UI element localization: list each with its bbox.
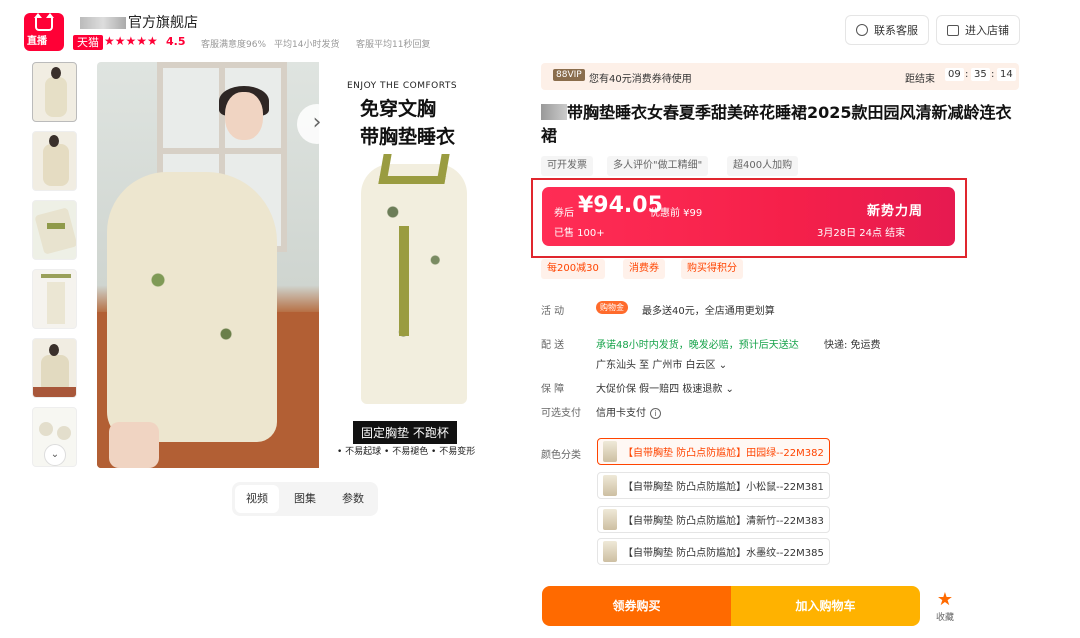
purchase-bar: 领券购买 加入购物车 — [542, 586, 920, 626]
tab-video[interactable]: 视频 — [235, 485, 279, 513]
ad-headline-1: 免穿文胸 — [360, 98, 437, 120]
promo-title: 新势力周 — [867, 204, 924, 219]
thumbnail-5[interactable] — [32, 338, 77, 398]
ad-feature-tag: 固定胸垫 不跑杯 — [353, 421, 457, 444]
countdown-sep: : — [965, 69, 969, 80]
model-legs — [109, 422, 159, 468]
customer-service-button[interactable]: 联系客服 — [845, 15, 929, 45]
variant-swatch — [603, 509, 617, 530]
image-next-arrow[interactable]: › — [297, 104, 337, 144]
variant-option[interactable]: 【自带胸垫 防凸点防尴尬】田园绿--22M382 — [597, 438, 830, 465]
variant-swatch — [603, 475, 617, 496]
delivery-fee: 快递: 免运费 — [824, 340, 881, 351]
blurred-brand — [80, 17, 126, 29]
vip-tag: 88VIP — [553, 69, 585, 81]
ad-feature-list: • 不易起球 • 不易褪色 • 不易变形 — [337, 447, 476, 457]
store-icon — [947, 24, 959, 36]
payment-options: 信用卡支付 i — [596, 404, 661, 419]
promo-end-date: 3月28日 24点 结束 — [817, 228, 906, 239]
metric-shipping: 平均14小时发货 — [274, 40, 340, 50]
tag-reviews: 多人评价"做工精细" — [607, 156, 709, 176]
sold-count: 已售 100+ — [554, 228, 605, 239]
delivery-label: 配 送 — [541, 340, 565, 351]
delivery-promise: 承诺48小时内发货，晚发必赔，预计后天送达 — [596, 340, 799, 351]
guarantee-label: 保 障 — [541, 384, 565, 395]
media-tabs: 视频 图集 参数 — [232, 482, 378, 516]
payment-text: 信用卡支付 — [596, 408, 646, 419]
coupon-points[interactable]: 购买得积分 — [681, 259, 743, 279]
dress-illustration — [359, 154, 469, 404]
variant-label: 【自带胸垫 防凸点防尴尬】水墨纹--22M385 — [623, 548, 824, 559]
payment-label: 可选支付 — [541, 408, 581, 419]
model-dress — [107, 172, 277, 442]
countdown-label: 距结束 — [905, 74, 935, 85]
coupon-voucher[interactable]: 消费券 — [623, 259, 665, 279]
shop-name[interactable]: 官方旗舰店 — [80, 12, 198, 32]
add-to-cart-button[interactable]: 加入购物车 — [731, 586, 920, 626]
cat-icon — [34, 13, 54, 31]
delivery-route[interactable]: 广东汕头 至 广州市 白云区 ⌄ — [596, 356, 727, 371]
thumbnail-scroll-down[interactable]: ⌄ — [44, 444, 66, 466]
main-product-image[interactable]: › ENJOY THE COMFORTS 免穿文胸 带胸垫睡衣 固定胸垫 不跑杯… — [97, 62, 503, 468]
variant-label: 【自带胸垫 防凸点防尴尬】田园绿--22M382 — [623, 448, 824, 459]
variant-label: 【自带胸垫 防凸点防尴尬】清新竹--22M383 — [623, 516, 824, 527]
vip-promo-bar[interactable]: 88VIP 您有40元消费券待使用 距结束 09 : 35 : 14 — [541, 63, 1019, 90]
variant-swatch — [603, 541, 617, 562]
thumbnail-1[interactable] — [32, 62, 77, 122]
countdown-minutes: 35 — [971, 68, 990, 81]
model-face — [225, 92, 263, 140]
live-label: 直播 — [27, 36, 47, 47]
tab-specs[interactable]: 参数 — [331, 485, 375, 513]
thumbnail-3[interactable] — [32, 200, 77, 260]
variant-option[interactable]: 【自带胸垫 防凸点防尴尬】小松鼠--22M381 — [597, 472, 830, 499]
enter-shop-button[interactable]: 进入店铺 — [936, 15, 1020, 45]
tag-invoice: 可开发票 — [541, 156, 593, 176]
variant-option[interactable]: 【自带胸垫 防凸点防尴尬】清新竹--22M383 — [597, 506, 830, 533]
enter-shop-label: 进入店铺 — [965, 24, 1009, 37]
chat-icon — [856, 24, 868, 36]
vip-text: 您有40元消费券待使用 — [589, 74, 692, 85]
activity-text: 最多送40元，全店通用更划算 — [642, 306, 775, 317]
countdown-sep: : — [991, 69, 995, 80]
favorite-button[interactable]: ★ 收藏 — [930, 589, 960, 624]
model-photo — [97, 62, 319, 468]
dress-body — [361, 164, 467, 404]
info-icon[interactable]: i — [650, 408, 661, 419]
price-label: 券后 — [554, 208, 574, 219]
variant-label: 【自带胸垫 防凸点防尴尬】小松鼠--22M381 — [623, 482, 824, 493]
price-card: 券后 ¥94.05 优惠前 ¥99 已售 100+ 新势力周 3月28日 24点… — [542, 187, 955, 246]
activity-label: 活 动 — [541, 306, 565, 317]
favorite-label: 收藏 — [935, 613, 954, 623]
rating-value: 4.5 — [166, 35, 186, 48]
tab-gallery[interactable]: 图集 — [283, 485, 327, 513]
metric-reply: 客服平均11秒回复 — [356, 40, 431, 50]
thumbnail-2[interactable] — [32, 131, 77, 191]
shopping-gold-badge: 购物金 — [596, 301, 628, 314]
guarantee-text[interactable]: 大促价保 假一赔四 极速退款 ⌄ — [596, 380, 734, 395]
product-title: 带胸垫睡衣女春夏季甜美碎花睡裙2025款田园风清新减龄连衣裙 — [541, 101, 1016, 147]
shop-name-text: 官方旗舰店 — [128, 15, 198, 31]
tmall-live-logo[interactable]: 直播 — [24, 13, 64, 51]
variant-swatch — [603, 441, 617, 462]
coupon-discount[interactable]: 每200减30 — [541, 259, 605, 279]
dress-collar — [378, 154, 450, 184]
metric-satisfaction: 客服满意度96% — [201, 40, 267, 50]
product-title-text: 带胸垫睡衣女春夏季甜美碎花睡裙2025款田园风清新减龄连衣裙 — [541, 103, 1012, 145]
buy-now-button[interactable]: 领券购买 — [542, 586, 731, 626]
customer-service-label: 联系客服 — [874, 24, 918, 37]
thumbnail-4[interactable] — [32, 269, 77, 329]
original-price: 优惠前 ¥99 — [650, 208, 703, 219]
tmall-badge: 天猫 — [73, 35, 103, 50]
countdown-hours: 09 — [945, 68, 964, 81]
dress-tie — [399, 226, 409, 336]
star-icon: ★ — [936, 589, 954, 610]
countdown-seconds: 14 — [997, 68, 1016, 81]
color-label: 颜色分类 — [541, 450, 581, 461]
variant-option[interactable]: 【自带胸垫 防凸点防尴尬】水墨纹--22M385 — [597, 538, 830, 565]
blurred-brand — [541, 104, 567, 120]
rating-stars: ★★★★★ — [104, 34, 158, 48]
tag-add-cart-count: 超400人加购 — [727, 156, 799, 176]
ad-english-tagline: ENJOY THE COMFORTS — [347, 81, 458, 91]
ad-headline-2: 带胸垫睡衣 — [360, 126, 456, 148]
